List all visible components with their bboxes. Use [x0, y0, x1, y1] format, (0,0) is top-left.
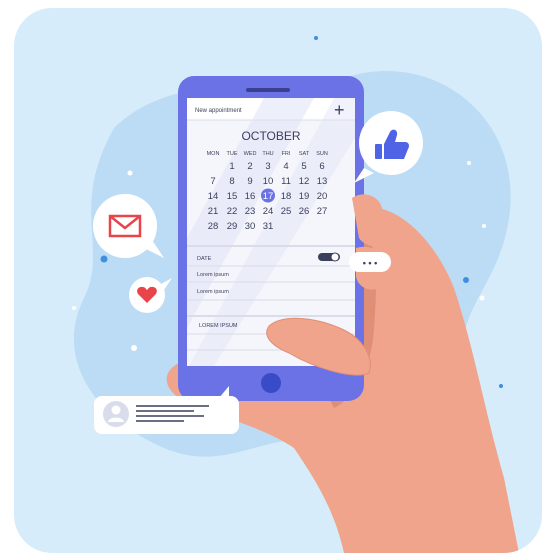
weekday-label: THU — [262, 151, 273, 157]
appointment-title: New appointment — [195, 108, 242, 114]
calendar-day[interactable]: 13 — [317, 176, 328, 187]
calendar-day[interactable]: 5 — [301, 161, 306, 172]
field-one[interactable]: Lorem ipsum — [197, 272, 229, 278]
add-appointment-button[interactable]: + — [334, 100, 345, 120]
calendar-day[interactable]: 3 — [265, 161, 270, 172]
calendar-day[interactable]: 27 — [317, 206, 328, 217]
calendar-day[interactable]: 11 — [281, 176, 291, 187]
calendar-day[interactable]: 12 — [299, 176, 310, 187]
calendar-day[interactable]: 24 — [263, 206, 274, 217]
illustration-card: New appointment + OCTOBER MON TUE WED THU FR… — [14, 8, 542, 553]
scene: New appointment + OCTOBER MON TUE WED THU FR… — [72, 36, 519, 553]
calendar-month: OCTOBER — [241, 129, 300, 143]
calendar-day[interactable]: 29 — [227, 221, 238, 232]
calendar-day[interactable]: 25 — [281, 206, 292, 217]
calendar-day[interactable]: 1 — [229, 161, 234, 172]
calendar-day[interactable]: 9 — [247, 176, 252, 187]
date-toggle[interactable] — [318, 252, 340, 262]
typing-dots: • • • — [363, 258, 377, 268]
calendar-day-selected[interactable]: 17 — [263, 191, 274, 202]
calendar-day[interactable]: 23 — [245, 206, 256, 217]
home-button[interactable] — [261, 373, 281, 393]
calendar-day[interactable]: 10 — [263, 176, 274, 187]
calendar-day[interactable]: 20 — [317, 191, 328, 202]
calendar-day[interactable]: 7 — [210, 176, 215, 187]
calendar-day[interactable]: 4 — [283, 161, 288, 172]
calendar-day[interactable]: 2 — [247, 161, 252, 172]
weekday-label: WED — [244, 151, 257, 157]
calendar-day[interactable]: 14 — [208, 191, 219, 202]
calendar-day[interactable]: 16 — [245, 191, 256, 202]
weekday-label: MON — [207, 151, 220, 157]
calendar-day[interactable]: 21 — [208, 206, 219, 217]
calendar-day[interactable]: 26 — [299, 206, 310, 217]
calendar-day[interactable]: 8 — [229, 176, 234, 187]
typing-bubble: • • • — [349, 252, 391, 272]
weekday-label: FRI — [282, 151, 291, 157]
field-two[interactable]: Lorem ipsum — [197, 289, 229, 295]
date-label: DATE — [197, 256, 212, 262]
weekday-label: TUE — [227, 151, 238, 157]
avatar-icon — [103, 401, 129, 427]
weekday-label: SAT — [299, 151, 310, 157]
calendar-day[interactable]: 6 — [319, 161, 324, 172]
weekday-label: SUN — [316, 151, 328, 157]
calendar-day[interactable]: 18 — [281, 191, 292, 202]
calendar-day[interactable]: 19 — [299, 191, 310, 202]
calendar-day[interactable]: 28 — [208, 221, 219, 232]
calendar-day[interactable]: 22 — [227, 206, 238, 217]
calendar-day[interactable]: 30 — [245, 221, 256, 232]
phone-speaker — [246, 88, 290, 92]
section-label: LOREM IPSUM — [199, 323, 238, 329]
calendar-day[interactable]: 15 — [227, 191, 238, 202]
calendar-day[interactable]: 31 — [263, 221, 274, 232]
